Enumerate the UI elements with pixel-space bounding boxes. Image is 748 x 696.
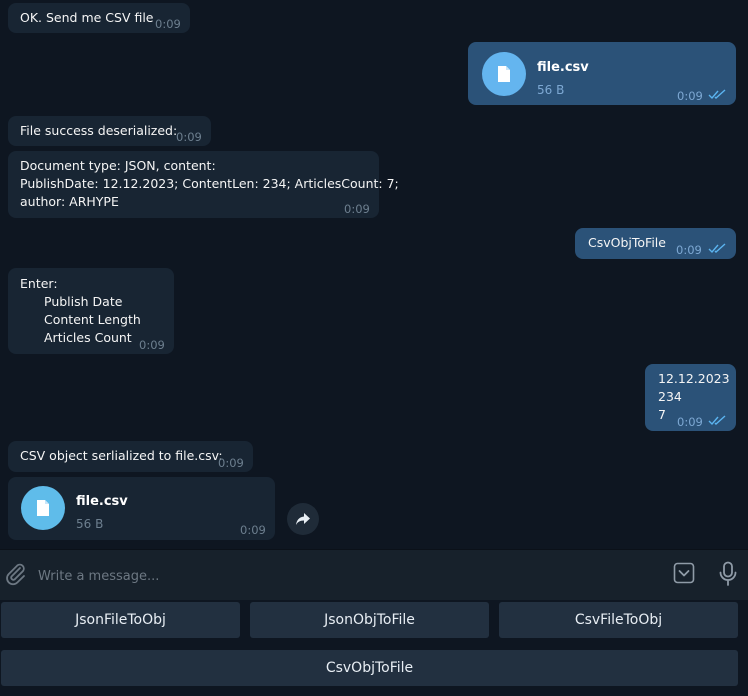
incoming-message: File success deserialized: 0:09 bbox=[8, 116, 211, 146]
message-time: 0:09 bbox=[344, 202, 370, 216]
forward-button[interactable] bbox=[287, 503, 319, 535]
message-line: Enter: bbox=[20, 276, 58, 291]
message-line: Publish Date bbox=[44, 294, 123, 309]
message-text: CSV object serlialized to file.csv: bbox=[20, 448, 223, 463]
file-size: 56 B bbox=[76, 517, 104, 531]
message-composer bbox=[0, 549, 748, 600]
outgoing-message: CsvObjToFile 0:09 bbox=[575, 228, 736, 259]
keyboard-button-json-obj-to-file[interactable]: JsonObjToFile bbox=[250, 602, 489, 638]
message-text: CsvObjToFile bbox=[588, 235, 666, 250]
double-check-icon bbox=[708, 243, 726, 254]
message-line: author: ARHYPE bbox=[20, 194, 119, 209]
message-line: 12.12.2023 bbox=[658, 371, 730, 386]
keyboard-button-csv-file-to-obj[interactable]: CsvFileToObj bbox=[499, 602, 738, 638]
incoming-message: Document type: JSON, content: PublishDat… bbox=[8, 151, 399, 218]
file-name[interactable]: file.csv bbox=[537, 59, 589, 77]
document-icon[interactable] bbox=[482, 52, 526, 96]
message-line: Articles Count bbox=[44, 330, 132, 345]
message-input[interactable] bbox=[36, 564, 640, 588]
message-time: 0:09 bbox=[139, 338, 165, 352]
message-time: 0:09 bbox=[677, 415, 703, 429]
outgoing-message: 12.12.2023 234 7 0:09 bbox=[645, 364, 736, 431]
message-time: 0:09 bbox=[155, 17, 181, 31]
keyboard-button-csv-obj-to-file[interactable]: CsvObjToFile bbox=[1, 650, 738, 686]
keyboard-button-json-file-to-obj[interactable]: JsonFileToObj bbox=[1, 602, 240, 638]
outgoing-file-message[interactable]: file.csv 56 B 0:09 bbox=[468, 42, 736, 105]
forward-arrow-icon bbox=[296, 513, 310, 525]
incoming-message: OK. Send me CSV file 0:09 bbox=[8, 3, 190, 33]
message-time: 0:09 bbox=[218, 456, 244, 470]
message-line: 7 bbox=[658, 407, 666, 422]
file-name[interactable]: file.csv bbox=[76, 493, 128, 511]
double-check-icon bbox=[708, 89, 726, 100]
incoming-file-message[interactable]: file.csv 56 B 0:09 bbox=[8, 477, 275, 540]
microphone-icon[interactable] bbox=[717, 561, 739, 587]
file-size: 56 B bbox=[537, 83, 565, 97]
incoming-message: CSV object serlialized to file.csv: 0:09 bbox=[8, 441, 253, 472]
message-line: Document type: JSON, content: bbox=[20, 158, 216, 173]
chat-history[interactable]: OK. Send me CSV file 0:09 file.csv 56 B … bbox=[0, 0, 748, 548]
double-check-icon bbox=[708, 415, 726, 426]
message-line: PublishDate: 12.12.2023; ContentLen: 234… bbox=[20, 176, 399, 191]
incoming-message: Enter: Publish Date Content Length Artic… bbox=[8, 268, 174, 354]
message-time: 0:09 bbox=[176, 130, 202, 144]
message-line: 234 bbox=[658, 389, 682, 404]
message-time: 0:09 bbox=[677, 89, 703, 103]
message-time: 0:09 bbox=[676, 243, 702, 257]
message-line: Content Length bbox=[44, 312, 141, 327]
message-text: OK. Send me CSV file bbox=[20, 10, 154, 25]
message-time: 0:09 bbox=[240, 523, 266, 537]
keyboard-toggle-icon[interactable] bbox=[673, 562, 695, 584]
document-icon[interactable] bbox=[21, 486, 65, 530]
paperclip-icon[interactable] bbox=[5, 562, 27, 586]
message-text: File success deserialized: bbox=[20, 123, 178, 138]
bot-keyboard: JsonFileToObj JsonObjToFile CsvFileToObj… bbox=[0, 600, 748, 696]
